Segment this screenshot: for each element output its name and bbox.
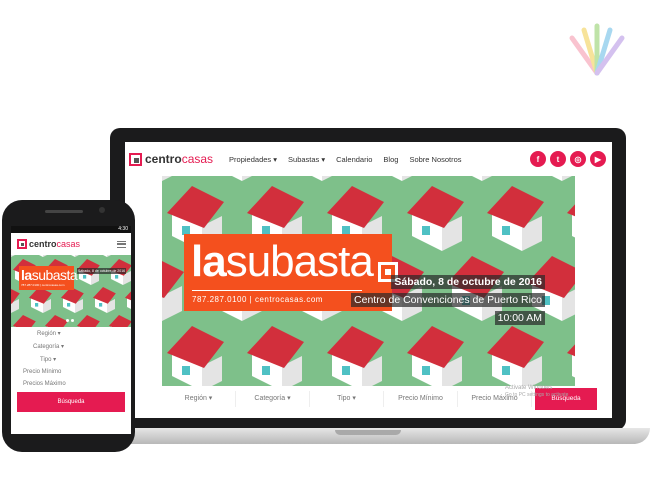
- laptop-notch: [335, 430, 401, 435]
- categoria-select[interactable]: Categoría ▾: [236, 391, 310, 407]
- house-illustration: [392, 176, 412, 181]
- precio-min-field[interactable]: Precio Mínimo: [384, 391, 458, 407]
- hero-title: lasubasta: [191, 237, 374, 286]
- divider: [192, 290, 362, 291]
- hero-contact: 787.287.0100 | centrocasas.com: [21, 283, 65, 287]
- twitter-icon[interactable]: t: [550, 151, 566, 167]
- carousel-next-icon[interactable]: ›: [595, 302, 600, 320]
- nav-propiedades[interactable]: Propiedades ▾: [229, 155, 277, 164]
- event-time: 10:00 AM: [494, 311, 545, 325]
- social-links: f t ◎ ▶: [526, 151, 606, 167]
- precio-max-field[interactable]: Precios Máximo: [23, 381, 66, 387]
- region-select[interactable]: Región ▾: [162, 391, 236, 407]
- nav-sobre-nosotros[interactable]: Sobre Nosotros: [409, 155, 461, 164]
- house-illustration: [125, 255, 131, 257]
- youtube-icon[interactable]: ▶: [590, 151, 606, 167]
- region-select[interactable]: Región ▾: [37, 330, 61, 337]
- logo-icon: [17, 239, 27, 249]
- house-illustration: [162, 176, 172, 181]
- house-illustration: [407, 186, 464, 251]
- house-illustration: [567, 204, 575, 238]
- hero-banner: lasubasta 787.287.0100 | centrocasas.com…: [162, 176, 575, 386]
- house-illustration: [567, 344, 575, 378]
- house-illustration: [29, 287, 52, 313]
- phone-logo[interactable]: centrocasas: [29, 239, 80, 249]
- site-logo[interactable]: centrocasas: [129, 152, 213, 166]
- house-illustration: [125, 291, 131, 309]
- house-illustration: [162, 261, 184, 321]
- os-watermark: Activate Windows Go to PC settings to ac…: [505, 385, 569, 398]
- house-illustration: [71, 255, 79, 257]
- phone-hero: lasubasta 787.287.0100 | centrocasas.com…: [11, 255, 131, 327]
- carousel-dots[interactable]: [65, 319, 75, 322]
- event-date: Sábado, 8 de octubre de 2016: [77, 268, 127, 274]
- nav-blog[interactable]: Blog: [383, 155, 398, 164]
- house-illustration: [407, 326, 464, 386]
- main-nav: Propiedades ▾ Subastas ▾ Calendario Blog…: [229, 155, 473, 164]
- watermark-logo: [569, 23, 625, 76]
- event-date: Sábado, 8 de octubre de 2016: [391, 275, 545, 289]
- house-illustration: [93, 287, 116, 313]
- house-illustration: [487, 326, 544, 386]
- house-illustration: [167, 326, 224, 386]
- logo-icon: [129, 152, 142, 166]
- house-illustration: [327, 326, 384, 386]
- hero-contact: 787.287.0100 | centrocasas.com: [192, 295, 323, 304]
- nav-subastas[interactable]: Subastas ▾: [288, 155, 325, 164]
- house-illustration: [61, 287, 84, 313]
- house-illustration: [13, 315, 36, 327]
- categoria-select[interactable]: Categoría ▾: [33, 343, 64, 350]
- phone-status-bar: 4:30: [11, 226, 131, 233]
- house-illustration: [77, 315, 100, 327]
- site-header: centrocasas Propiedades ▾ Subastas ▾ Cal…: [125, 142, 612, 176]
- house-illustration: [472, 176, 492, 181]
- house-illustration: [552, 176, 572, 181]
- event-venue: Centro de Convenciones de Puerto Rico: [351, 293, 545, 307]
- house-illustration: [11, 255, 15, 257]
- facebook-icon[interactable]: f: [530, 151, 546, 167]
- house-illustration: [487, 186, 544, 251]
- phone-header: centrocasas: [11, 233, 131, 255]
- house-illustration: [109, 315, 131, 327]
- phone-screen: 4:30 centrocasas lasubasta 787.287.0100 …: [11, 226, 131, 434]
- hamburger-menu-icon[interactable]: [117, 240, 126, 248]
- hero-title: lasubasta: [21, 267, 78, 283]
- house-illustration: [39, 255, 47, 257]
- tipo-select[interactable]: Tipo ▾: [310, 391, 384, 407]
- precio-min-field[interactable]: Precio Mínimo: [23, 369, 61, 375]
- instagram-icon[interactable]: ◎: [570, 151, 586, 167]
- laptop-screen: centrocasas Propiedades ▾ Subastas ▾ Cal…: [125, 142, 612, 418]
- hero-title-box: lasubasta 787.287.0100 | centrocasas.com: [19, 266, 78, 290]
- phone-speaker: [45, 210, 83, 213]
- house-illustration: [312, 176, 332, 181]
- page: centrocasas Propiedades ▾ Subastas ▾ Cal…: [0, 0, 650, 500]
- event-details: Sábado, 8 de octubre de 2016 Centro de C…: [351, 272, 545, 326]
- nav-calendario[interactable]: Calendario: [336, 155, 372, 164]
- house-illustration: [11, 289, 20, 313]
- tipo-select[interactable]: Tipo ▾: [40, 356, 56, 363]
- house-illustration: [247, 326, 304, 386]
- phone-camera: [99, 207, 105, 213]
- search-button[interactable]: Búsqueda: [17, 392, 125, 412]
- house-illustration: [103, 255, 111, 257]
- house-illustration: [232, 176, 252, 181]
